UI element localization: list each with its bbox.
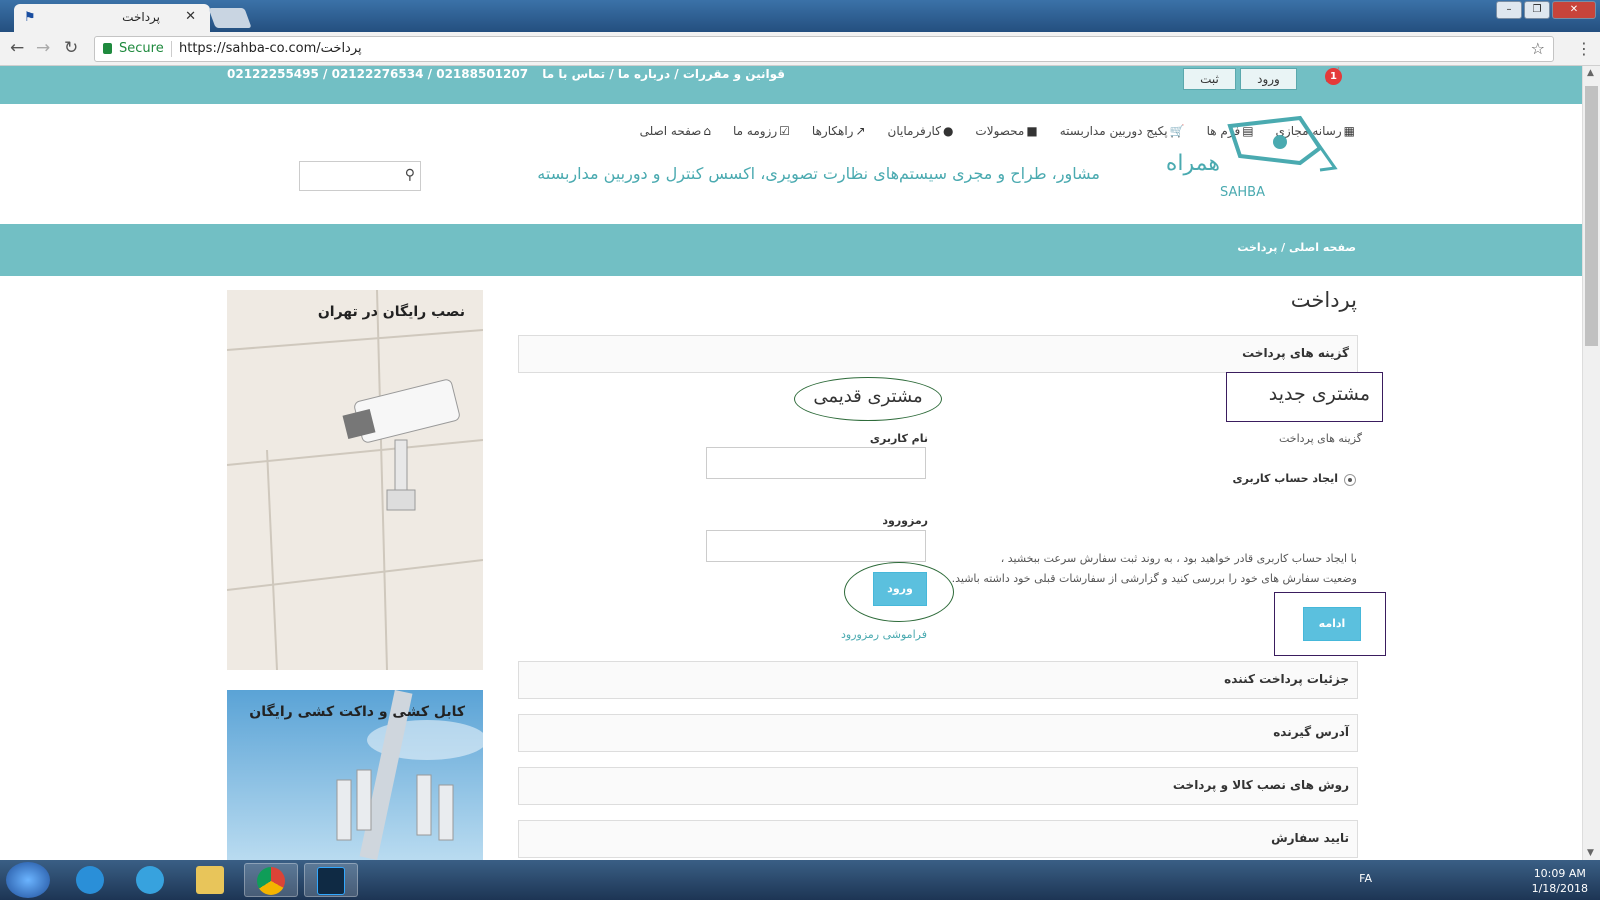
- info-links[interactable]: قوانین و مقررات / درباره ما / تماس با ما: [542, 67, 785, 81]
- nav-item-resume[interactable]: ☑رزومه ما: [733, 124, 790, 138]
- telegram-icon: [136, 866, 164, 894]
- clock[interactable]: 10:09 AM 1/18/2018: [1532, 866, 1588, 896]
- new-customer-heading-box: مشتری جدید: [1226, 372, 1383, 422]
- taskbar-ie[interactable]: [64, 863, 118, 897]
- free-cabling-banner[interactable]: کابل کشی و داکت کشی رایگان: [227, 690, 483, 860]
- video-camera-icon: ■: [1026, 124, 1038, 138]
- search-icon[interactable]: ⚲: [405, 167, 415, 183]
- url-text[interactable]: https://sahba-co.com/پرداخت: [179, 41, 362, 56]
- panel-payment-options[interactable]: گزینه های پرداخت: [518, 335, 1358, 373]
- breadcrumb-band: صفحه اصلی / پرداخت: [0, 224, 1582, 276]
- page-scrollbar[interactable]: ▲ ▼: [1582, 66, 1600, 860]
- restore-button[interactable]: ❐: [1524, 1, 1550, 19]
- scroll-thumb[interactable]: [1585, 86, 1598, 346]
- returning-customer-heading: مشتری قدیمی: [813, 386, 923, 407]
- register-button[interactable]: ثبت: [1183, 68, 1236, 90]
- cart-count-badge: 1: [1325, 68, 1342, 85]
- browser-tabstrip: ⚑ پرداخت ✕ – ❐ ✕: [0, 0, 1600, 32]
- browser-toolbar: ← → ↻ Secure https://sahba-co.com/پرداخت…: [0, 32, 1600, 66]
- browser-tab[interactable]: ⚑ پرداخت ✕: [14, 4, 210, 32]
- panel-install-methods[interactable]: روش های نصب کالا و پرداخت: [518, 767, 1358, 805]
- taskbar-chrome[interactable]: [244, 863, 298, 897]
- nav-item-clients[interactable]: ●کارفرمایان: [888, 124, 954, 138]
- new-tab-button[interactable]: [208, 8, 252, 28]
- free-install-banner[interactable]: نصب رایگان در تهران: [227, 290, 483, 670]
- folder-icon: [196, 866, 224, 894]
- window-controls: – ❐ ✕: [1496, 1, 1596, 19]
- minimize-button[interactable]: –: [1496, 1, 1522, 19]
- nav-item-products[interactable]: ■محصولات: [975, 124, 1037, 138]
- logo-fa-text: همراه صهبا: [1160, 151, 1220, 176]
- panel-heading: روش های نصب کالا و پرداخت: [1172, 778, 1349, 792]
- panel-payer-details[interactable]: جزئیات پرداخت کننده: [518, 661, 1358, 699]
- page-title: پرداخت: [1290, 288, 1357, 312]
- photoshop-icon: [317, 867, 345, 895]
- new-customer-description-1: با ایجاد حساب کاربری قادر خواهید بود ، ب…: [1000, 552, 1357, 565]
- scroll-up-icon[interactable]: ▲: [1587, 68, 1594, 78]
- site-topbar: قوانین و مقررات / درباره ما / تماس با ما…: [0, 66, 1582, 104]
- taskbar-explorer[interactable]: [184, 863, 238, 897]
- ie-icon: [76, 866, 104, 894]
- lock-icon: [103, 43, 112, 54]
- tab-close-icon[interactable]: ✕: [185, 9, 196, 24]
- site-header: ⌂صفحه اصلی ☑رزومه ما ↗راهکارها ●کارفرمای…: [0, 104, 1582, 224]
- username-label: نام کاربری: [869, 432, 928, 445]
- close-window-button[interactable]: ✕: [1552, 1, 1596, 19]
- contact-bar: قوانین و مقررات / درباره ما / تماس با ما…: [227, 67, 785, 81]
- panel-heading: آدرس گیرنده: [1273, 725, 1349, 739]
- new-customer-description-2: وضعیت سفارش های خود را بررسی کنید و گزار…: [951, 572, 1357, 585]
- username-input[interactable]: [706, 447, 926, 479]
- login-button[interactable]: ورود: [1240, 68, 1297, 90]
- back-icon[interactable]: ←: [10, 38, 24, 58]
- nav-item-home[interactable]: ⌂صفحه اصلی: [640, 124, 711, 138]
- browser-menu-icon[interactable]: ⋮: [1576, 39, 1592, 58]
- bookmark-star-icon[interactable]: ☆: [1531, 39, 1545, 58]
- panel-heading: گزینه های پرداخت: [1242, 346, 1349, 360]
- banner1-title: نصب رایگان در تهران: [317, 304, 465, 320]
- taskbar-photoshop[interactable]: [304, 863, 358, 897]
- secure-label: Secure: [119, 41, 164, 56]
- clock-date: 1/18/2018: [1531, 882, 1588, 895]
- taskbar-telegram[interactable]: [124, 863, 178, 897]
- panel-confirm-order[interactable]: تایید سفارش: [518, 820, 1358, 858]
- panel-shipping-address[interactable]: آدرس گیرنده: [518, 714, 1358, 752]
- checkbox-icon: ☑: [779, 124, 790, 138]
- forgot-password-link[interactable]: فراموشی رمزورود: [841, 628, 927, 641]
- forward-icon[interactable]: →: [36, 38, 50, 58]
- search-input[interactable]: ⚲: [299, 161, 421, 191]
- site-logo[interactable]: SAHBA همراه صهبا: [1117, 108, 1360, 200]
- banner2-title: کابل کشی و داکت کشی رایگان: [249, 704, 465, 720]
- returning-login-button[interactable]: ورود: [873, 572, 927, 606]
- panel-heading: جزئیات پرداخت کننده: [1224, 672, 1349, 686]
- logo-en-text: SAHBA: [1220, 185, 1265, 200]
- chart-icon: ↗: [855, 124, 866, 138]
- user-icon: ●: [942, 124, 954, 138]
- create-account-label[interactable]: ایجاد حساب کاربری: [1233, 472, 1338, 485]
- continue-button[interactable]: ادامه: [1303, 607, 1361, 641]
- phone-numbers: 02188501207 / 02122276534 / 02122255495: [227, 67, 529, 81]
- new-customer-subtitle: گزینه های پرداخت: [1278, 432, 1362, 445]
- chrome-icon: [257, 867, 285, 895]
- windows-taskbar: FA 10:09 AM 1/18/2018: [0, 860, 1600, 900]
- reload-icon[interactable]: ↻: [64, 38, 78, 58]
- home-icon: ⌂: [703, 124, 711, 138]
- omnibox-divider: [171, 41, 172, 57]
- nav-item-solutions[interactable]: ↗راهکارها: [812, 124, 866, 138]
- language-indicator[interactable]: FA: [1359, 872, 1372, 885]
- breadcrumb[interactable]: صفحه اصلی / پرداخت: [1237, 241, 1356, 254]
- tagline: مشاور، طراح و مجری سیستم‌های نظارت تصویر…: [537, 164, 1100, 183]
- start-button[interactable]: [6, 862, 50, 898]
- wall-camera-image: [227, 290, 483, 670]
- scroll-down-icon[interactable]: ▼: [1587, 848, 1594, 858]
- new-customer-heading: مشتری جدید: [1268, 383, 1370, 405]
- clock-time: 10:09 AM: [1533, 867, 1586, 880]
- tab-title: پرداخت: [122, 10, 160, 24]
- password-input[interactable]: [706, 530, 926, 562]
- pin-icon: ⚑: [24, 10, 36, 25]
- returning-customer-annotation: مشتری قدیمی: [794, 377, 942, 421]
- password-label: رمزورود: [882, 514, 928, 527]
- create-account-radio[interactable]: [1344, 474, 1356, 486]
- address-bar[interactable]: Secure https://sahba-co.com/پرداخت ☆: [94, 36, 1554, 62]
- panel-heading: تایید سفارش: [1271, 831, 1349, 845]
